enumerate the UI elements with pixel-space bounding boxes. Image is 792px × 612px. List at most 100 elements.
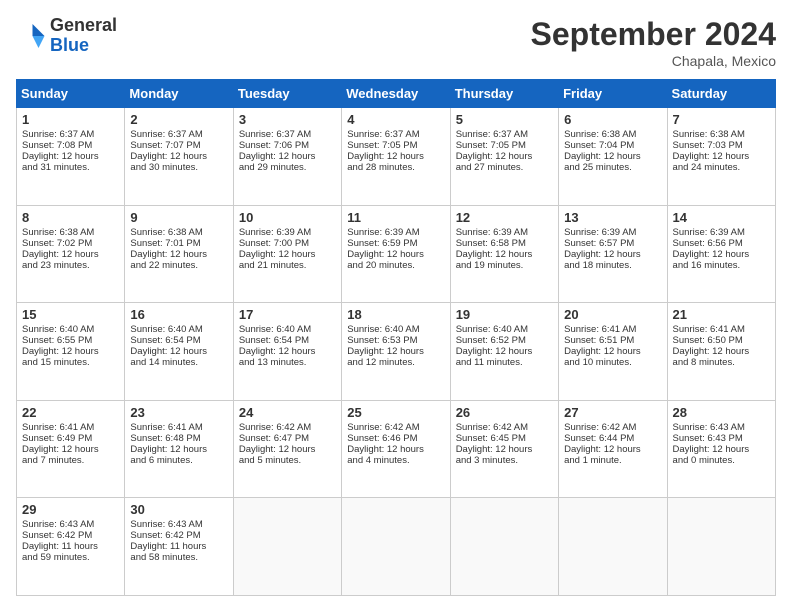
day-info-line: Daylight: 12 hours <box>456 346 553 357</box>
day-info-line: Sunrise: 6:39 AM <box>456 227 553 238</box>
day-info-line: Sunrise: 6:37 AM <box>130 129 227 140</box>
calendar-cell: 22Sunrise: 6:41 AMSunset: 6:49 PMDayligh… <box>17 400 125 498</box>
day-info-line: Daylight: 12 hours <box>673 444 770 455</box>
calendar-cell: 24Sunrise: 6:42 AMSunset: 6:47 PMDayligh… <box>233 400 341 498</box>
day-info-line: Sunrise: 6:37 AM <box>456 129 553 140</box>
day-info-line: and 21 minutes. <box>239 260 336 271</box>
day-number: 13 <box>564 210 661 225</box>
day-info-line: Daylight: 12 hours <box>22 249 119 260</box>
day-info-line: Sunset: 7:02 PM <box>22 238 119 249</box>
day-info-line: and 31 minutes. <box>22 162 119 173</box>
day-info-line: Sunrise: 6:41 AM <box>22 422 119 433</box>
day-info-line: Sunrise: 6:43 AM <box>673 422 770 433</box>
day-number: 15 <box>22 307 119 322</box>
calendar-cell: 2Sunrise: 6:37 AMSunset: 7:07 PMDaylight… <box>125 108 233 206</box>
day-info-line: and 58 minutes. <box>130 552 227 563</box>
day-info-line: Sunset: 6:53 PM <box>347 335 444 346</box>
day-number: 3 <box>239 112 336 127</box>
day-number: 10 <box>239 210 336 225</box>
month-title: September 2024 <box>531 16 776 53</box>
day-info-line: Daylight: 12 hours <box>22 444 119 455</box>
day-number: 24 <box>239 405 336 420</box>
day-info-line: Daylight: 12 hours <box>22 151 119 162</box>
day-info-line: Sunrise: 6:37 AM <box>347 129 444 140</box>
day-info-line: and 30 minutes. <box>130 162 227 173</box>
day-number: 19 <box>456 307 553 322</box>
day-number: 21 <box>673 307 770 322</box>
day-info-line: and 24 minutes. <box>673 162 770 173</box>
day-info-line: Sunrise: 6:38 AM <box>22 227 119 238</box>
day-info-line: Sunrise: 6:42 AM <box>564 422 661 433</box>
page: General Blue September 2024 Chapala, Mex… <box>0 0 792 612</box>
day-info-line: Daylight: 12 hours <box>130 346 227 357</box>
calendar-cell: 5Sunrise: 6:37 AMSunset: 7:05 PMDaylight… <box>450 108 558 206</box>
day-info-line: Sunrise: 6:41 AM <box>130 422 227 433</box>
day-info-line: Daylight: 12 hours <box>456 444 553 455</box>
day-info-line: Sunset: 6:46 PM <box>347 433 444 444</box>
calendar-cell: 3Sunrise: 6:37 AMSunset: 7:06 PMDaylight… <box>233 108 341 206</box>
day-info-line: and 11 minutes. <box>456 357 553 368</box>
day-info-line: Sunset: 6:59 PM <box>347 238 444 249</box>
logo-blue-text: Blue <box>50 36 117 56</box>
day-info-line: and 20 minutes. <box>347 260 444 271</box>
day-info-line: and 1 minute. <box>564 455 661 466</box>
day-info-line: Daylight: 12 hours <box>347 346 444 357</box>
calendar-cell: 16Sunrise: 6:40 AMSunset: 6:54 PMDayligh… <box>125 303 233 401</box>
day-info-line: and 6 minutes. <box>130 455 227 466</box>
day-info-line: Daylight: 12 hours <box>130 151 227 162</box>
calendar-cell: 4Sunrise: 6:37 AMSunset: 7:05 PMDaylight… <box>342 108 450 206</box>
day-info-line: Sunrise: 6:40 AM <box>347 324 444 335</box>
day-info-line: Sunset: 6:54 PM <box>239 335 336 346</box>
calendar-cell: 23Sunrise: 6:41 AMSunset: 6:48 PMDayligh… <box>125 400 233 498</box>
day-info-line: Sunrise: 6:40 AM <box>239 324 336 335</box>
day-number: 28 <box>673 405 770 420</box>
day-info-line: Sunrise: 6:42 AM <box>347 422 444 433</box>
day-number: 27 <box>564 405 661 420</box>
day-info-line: and 18 minutes. <box>564 260 661 271</box>
day-number: 22 <box>22 405 119 420</box>
day-info-line: Sunrise: 6:42 AM <box>456 422 553 433</box>
day-info-line: Daylight: 12 hours <box>239 346 336 357</box>
day-info-line: and 15 minutes. <box>22 357 119 368</box>
day-info-line: Daylight: 11 hours <box>130 541 227 552</box>
calendar-cell <box>450 498 558 596</box>
calendar-cell: 1Sunrise: 6:37 AMSunset: 7:08 PMDaylight… <box>17 108 125 206</box>
day-number: 5 <box>456 112 553 127</box>
day-number: 23 <box>130 405 227 420</box>
calendar-cell: 28Sunrise: 6:43 AMSunset: 6:43 PMDayligh… <box>667 400 775 498</box>
day-info-line: Sunset: 6:55 PM <box>22 335 119 346</box>
day-info-line: and 27 minutes. <box>456 162 553 173</box>
location: Chapala, Mexico <box>531 53 776 69</box>
calendar-cell: 29Sunrise: 6:43 AMSunset: 6:42 PMDayligh… <box>17 498 125 596</box>
day-number: 26 <box>456 405 553 420</box>
day-info-line: and 4 minutes. <box>347 455 444 466</box>
calendar-cell: 25Sunrise: 6:42 AMSunset: 6:46 PMDayligh… <box>342 400 450 498</box>
day-info-line: Sunrise: 6:40 AM <box>130 324 227 335</box>
day-info-line: and 7 minutes. <box>22 455 119 466</box>
day-info-line: and 5 minutes. <box>239 455 336 466</box>
calendar-cell: 6Sunrise: 6:38 AMSunset: 7:04 PMDaylight… <box>559 108 667 206</box>
day-info-line: Sunset: 7:06 PM <box>239 140 336 151</box>
day-info-line: Sunset: 7:00 PM <box>239 238 336 249</box>
logo-general-text: General <box>50 16 117 36</box>
day-info-line: Daylight: 12 hours <box>564 249 661 260</box>
calendar-cell: 7Sunrise: 6:38 AMSunset: 7:03 PMDaylight… <box>667 108 775 206</box>
day-info-line: Sunrise: 6:37 AM <box>239 129 336 140</box>
day-info-line: and 59 minutes. <box>22 552 119 563</box>
day-info-line: Sunset: 6:57 PM <box>564 238 661 249</box>
day-number: 1 <box>22 112 119 127</box>
day-info-line: Daylight: 12 hours <box>22 346 119 357</box>
day-number: 6 <box>564 112 661 127</box>
day-number: 16 <box>130 307 227 322</box>
day-info-line: Daylight: 12 hours <box>673 346 770 357</box>
day-info-line: Sunset: 7:08 PM <box>22 140 119 151</box>
day-info-line: Sunrise: 6:40 AM <box>456 324 553 335</box>
day-info-line: and 12 minutes. <box>347 357 444 368</box>
calendar-header-row: SundayMondayTuesdayWednesdayThursdayFrid… <box>17 80 776 108</box>
day-info-line: Daylight: 12 hours <box>347 249 444 260</box>
calendar-table: SundayMondayTuesdayWednesdayThursdayFrid… <box>16 79 776 596</box>
day-number: 11 <box>347 210 444 225</box>
day-info-line: Sunrise: 6:38 AM <box>564 129 661 140</box>
day-info-line: Sunrise: 6:38 AM <box>130 227 227 238</box>
day-info-line: Sunset: 6:44 PM <box>564 433 661 444</box>
